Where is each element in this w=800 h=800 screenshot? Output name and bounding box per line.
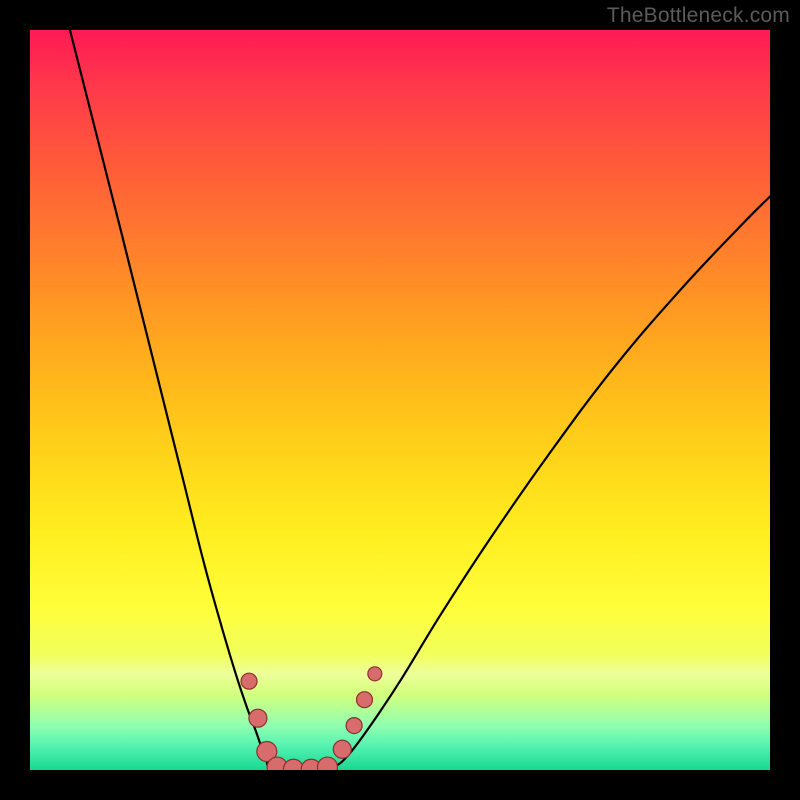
watermark-text: TheBottleneck.com (607, 4, 790, 28)
chart-svg (30, 30, 770, 770)
plot-area (30, 30, 770, 770)
marker-dot (346, 718, 362, 734)
marker-dot (241, 673, 257, 689)
marker-dot (317, 757, 337, 770)
marker-dot (356, 692, 372, 708)
bottleneck-curve (70, 30, 770, 770)
marker-group (241, 667, 382, 770)
marker-dot (333, 740, 351, 758)
chart-frame: TheBottleneck.com (0, 0, 800, 800)
marker-dot (249, 709, 267, 727)
marker-dot (368, 667, 382, 681)
marker-dot (283, 759, 303, 770)
